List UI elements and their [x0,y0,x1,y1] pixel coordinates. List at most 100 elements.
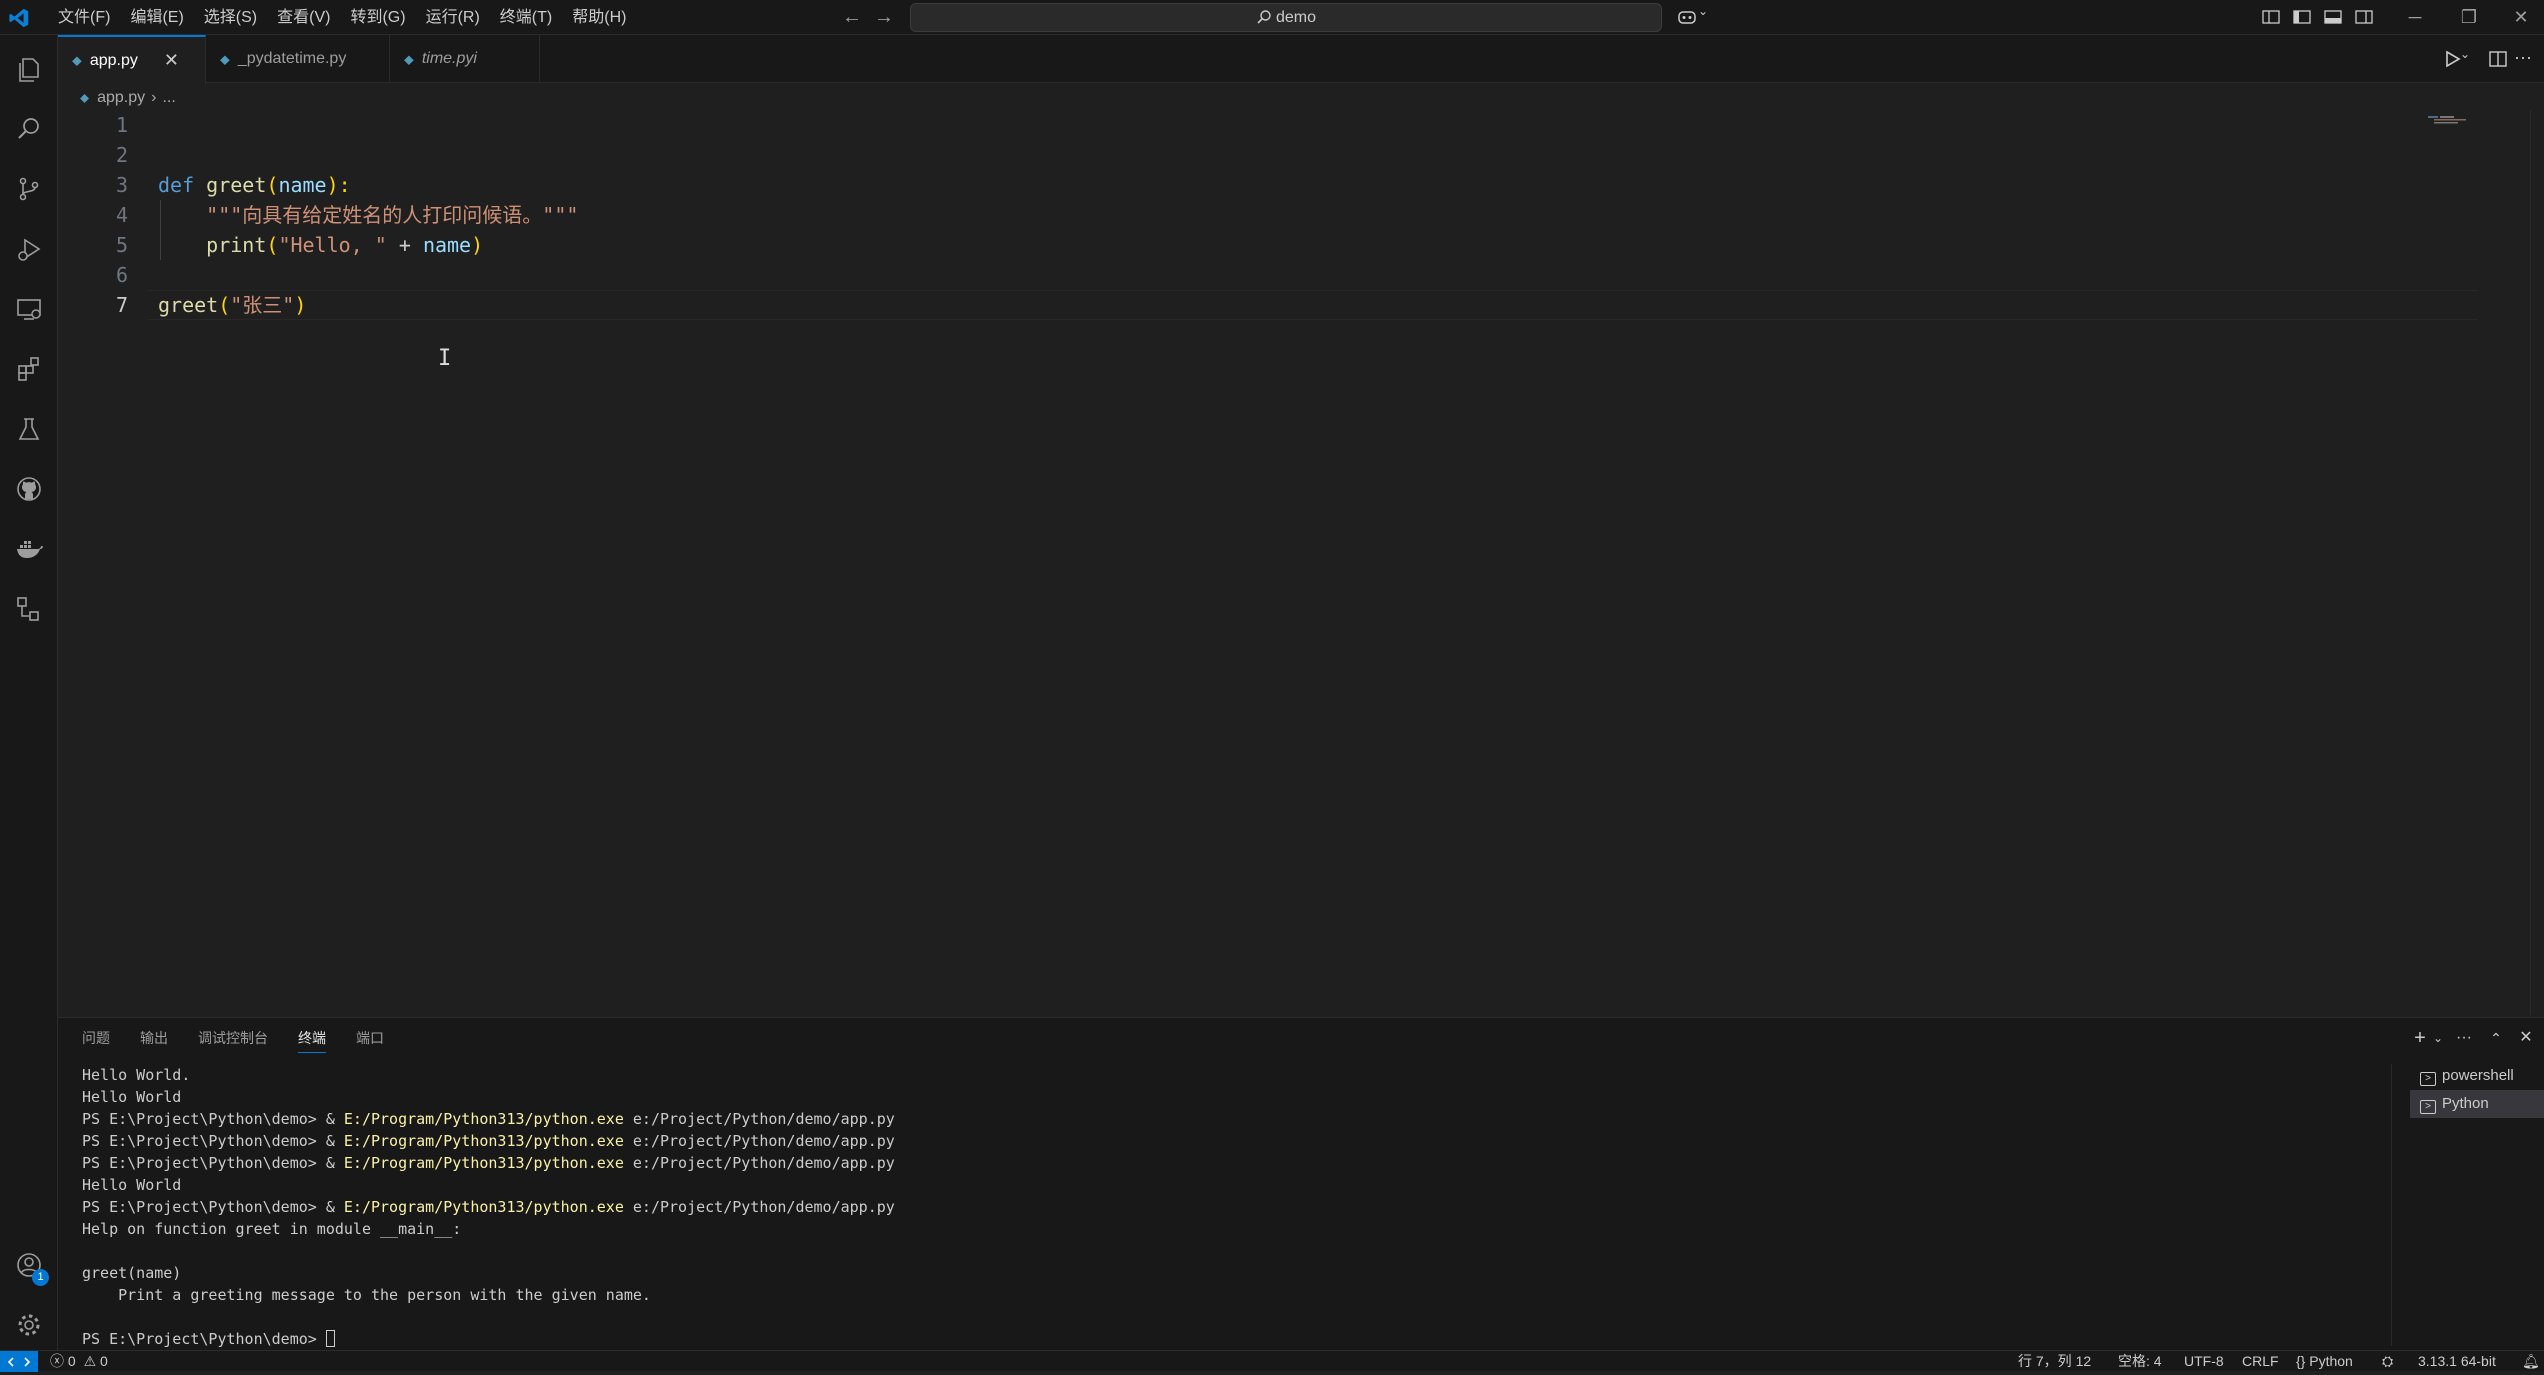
source-control-button[interactable] [0,160,58,218]
account-badge: 1 [32,1269,49,1286]
toggle-secondary-sidebar-icon[interactable] [2353,6,2375,28]
language-mode[interactable]: {} Python [2296,1351,2353,1372]
terminal-arg: e:/Project/Python/demo/app.py [623,1132,895,1150]
tab-terminal[interactable]: 终端 [298,1028,326,1053]
end-of-line[interactable]: CRLF [2242,1351,2279,1372]
menu-go[interactable]: 转到(G) [340,0,415,35]
terminal-item-powershell[interactable]: > powershell [2410,1062,2544,1090]
menu-file[interactable]: 文件(F) [48,0,120,35]
bracket-token: ): [326,173,351,197]
code-editor[interactable]: 1 2 3 def greet(name): 4 """向具有给定姓名的人打印问… [58,110,2544,1015]
terminal-prompt: PS E:\Project\Python\demo> & [82,1132,344,1150]
back-arrow-icon[interactable]: ← [840,4,864,30]
extensions-button[interactable] [0,340,58,398]
parameter-token: name [278,173,327,197]
terminal-line: Hello World [82,1088,182,1106]
run-debug-icon [18,238,41,261]
terminal-item-python[interactable]: > Python [2410,1090,2544,1118]
customize-layout-icon[interactable] [2260,6,2282,28]
copilot-status-icon[interactable]: ⛭ [2382,1351,2393,1372]
run-options-chevron-icon[interactable]: ⌄ [2460,47,2484,71]
bracket-token: ( [266,173,279,197]
command-center-search[interactable]: demo [910,3,1662,32]
tab-time-pyi[interactable]: ⬥ time.pyi [390,35,540,83]
source-control-icon [19,177,39,201]
tab-app-py[interactable]: ⬥ app.py ✕ [58,35,206,84]
maximize-panel-icon[interactable]: ⌃ [2484,1026,2508,1050]
cursor-position[interactable]: 行 7，列 12 [2018,1351,2091,1372]
language-label: Python [2309,1353,2353,1369]
menu-selection[interactable]: 选择(S) [194,0,267,35]
manage-button[interactable] [0,1296,58,1354]
status-bar: ⓧ 0 ⚠ 0 行 7，列 12 空格: 4 UTF-8 CRLF {} Pyt… [0,1350,2544,1372]
restore-button[interactable]: ❐ [2446,0,2492,35]
line-number: 5 [115,233,128,257]
tab-problems[interactable]: 问题 [82,1028,110,1053]
accounts-button[interactable]: 1 [0,1236,58,1294]
tab-ports[interactable]: 端口 [356,1028,384,1053]
remote-indicator-button[interactable] [0,1351,38,1372]
terminal-output[interactable]: Hello World. Hello World PS E:\Project\P… [82,1064,2442,1349]
github-button[interactable] [0,460,58,518]
braces-icon: {} [2296,1353,2306,1369]
copilot-icon[interactable] [1676,6,1698,28]
warning-count: 0 [100,1353,108,1369]
indentation[interactable]: 空格: 4 [2118,1351,2162,1372]
breadcrumb-file[interactable]: app.py [97,89,145,107]
more-actions-icon[interactable]: ··· [2514,47,2538,71]
split-editor-icon[interactable] [2486,47,2510,71]
testing-button[interactable] [0,400,58,458]
toggle-primary-sidebar-icon[interactable] [2291,6,2313,28]
editor-vertical-scrollbar[interactable] [2530,110,2544,1015]
menu-edit[interactable]: 编辑(E) [120,0,193,35]
terminal-list-divider[interactable] [2391,1064,2392,1346]
explorer-button[interactable] [0,40,58,98]
close-tab-icon[interactable]: ✕ [164,50,179,71]
title-bar: 文件(F) 编辑(E) 选择(S) 查看(V) 转到(G) 运行(R) 终端(T… [0,0,2544,35]
minimize-button[interactable]: ─ [2392,0,2438,35]
problems-indicator[interactable]: ⓧ 0 ⚠ 0 [50,1351,108,1372]
remote-explorer-button[interactable] [0,280,58,338]
toggle-panel-icon[interactable] [2322,6,2344,28]
text-cursor-icon: I [438,346,452,371]
terminal-line: PS E:\Project\Python\demo> [82,1328,2442,1350]
forward-arrow-icon[interactable]: → [872,4,896,30]
code-line: 2 [58,140,2458,170]
code-line: 5 print("Hello, " + name) [58,230,2458,260]
breadcrumb-symbols[interactable]: ... [162,89,175,107]
menu-view[interactable]: 查看(V) [267,0,340,35]
terminal-prompt: PS E:\Project\Python\demo> & [82,1198,344,1216]
line-number: 1 [115,113,128,137]
notifications-bell-icon[interactable]: 🔔︎ [2522,1351,2540,1372]
tab-label: _pydatetime.py [237,50,347,67]
close-window-button[interactable]: ✕ [2498,0,2544,35]
terminal-profiles-chevron-icon[interactable]: ⌄ [2426,1026,2450,1050]
copilot-chevron-icon[interactable]: ⌄ [1698,4,1720,26]
encoding[interactable]: UTF-8 [2184,1351,2224,1372]
menu-bar: 文件(F) 编辑(E) 选择(S) 查看(V) 转到(G) 运行(R) 终端(T… [48,0,636,35]
tab-output[interactable]: 输出 [140,1028,168,1053]
function-name-token: print [206,233,267,257]
tab-pydatetime-py[interactable]: ⬥ _pydatetime.py [206,35,390,83]
close-panel-icon[interactable]: ✕ [2514,1026,2538,1050]
terminal-prompt: PS E:\Project\Python\demo> & [82,1110,344,1128]
search-view-button[interactable] [0,100,58,158]
run-debug-button[interactable] [0,220,58,278]
more-actions-icon[interactable]: ··· [2452,1026,2476,1050]
diagram-button[interactable] [0,580,58,638]
tab-debug-console[interactable]: 调试控制台 [198,1028,268,1053]
code-line-current: 7 greet("张三") [58,290,2458,320]
menu-run[interactable]: 运行(R) [416,0,490,35]
python-interpreter[interactable]: 3.13.1 64-bit [2418,1351,2496,1372]
minimap[interactable] [2428,110,2478,130]
code-text: def greet(name): [158,170,351,200]
menu-help[interactable]: 帮助(H) [562,0,636,35]
terminal-line: Hello World [82,1176,182,1194]
terminal-line: Hello World. [82,1066,191,1084]
menu-terminal[interactable]: 终端(T) [490,0,562,35]
variable-token: name [422,233,472,257]
docker-button[interactable] [0,520,58,578]
terminal-line: PS E:\Project\Python\demo> & E:/Program/… [82,1108,2442,1130]
